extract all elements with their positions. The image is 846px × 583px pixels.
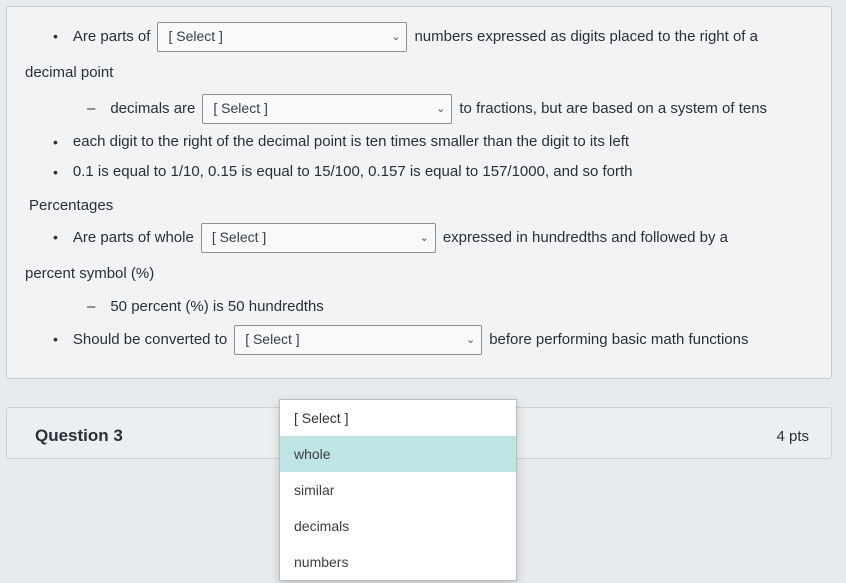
line-decimal-point: decimal point (25, 55, 813, 91)
line-parts-of: Are parts of [ Select ] ⌄ numbers expres… (25, 19, 813, 55)
question-card: Are parts of [ Select ] ⌄ numbers expres… (6, 6, 832, 379)
chevron-down-icon: ⌄ (391, 24, 400, 50)
dropdown-option-numbers[interactable]: numbers (280, 544, 516, 580)
question-title: Question 3 (35, 426, 123, 446)
line-parts-of-whole: Are parts of whole [ Select ] ⌄ expresse… (25, 220, 813, 256)
text: Should be converted to (73, 322, 227, 358)
line-should-convert: Should be converted to [ Select ] ⌄ befo… (25, 322, 813, 358)
text: numbers expressed as digits placed to th… (414, 19, 758, 55)
section-percentages: Percentages (29, 197, 813, 214)
select-2[interactable]: [ Select ] ⌄ (202, 94, 452, 124)
select-value: [ Select ] (245, 323, 299, 357)
line-50-percent: 50 percent (%) is 50 hundredths (25, 292, 813, 322)
select-value: [ Select ] (213, 92, 267, 126)
dropdown-header[interactable]: [ Select ] (280, 400, 516, 436)
text: decimals are (110, 91, 195, 127)
text: percent symbol (%) (25, 256, 154, 292)
text: Are parts of whole (73, 220, 194, 256)
line-each-digit: each digit to the right of the decimal p… (25, 127, 813, 157)
text: to fractions, but are based on a system … (459, 91, 767, 127)
question-points: 4 pts (776, 428, 809, 445)
line-examples: 0.1 is equal to 1/10, 0.15 is equal to 1… (25, 157, 813, 187)
dropdown-option-decimals[interactable]: decimals (280, 508, 516, 544)
select-value: [ Select ] (168, 20, 222, 54)
select-3[interactable]: [ Select ] ⌄ (201, 223, 436, 253)
chevron-down-icon: ⌄ (436, 96, 445, 122)
dropdown-option-similar[interactable]: similar (280, 472, 516, 508)
select-4-dropdown: [ Select ] whole similar decimals number… (279, 399, 517, 581)
text: Percentages (29, 197, 113, 214)
chevron-down-icon: ⌄ (466, 327, 475, 353)
line-decimals-are: decimals are [ Select ] ⌄ to fractions, … (25, 91, 813, 127)
select-value: [ Select ] (212, 221, 266, 255)
dropdown-option-whole[interactable]: whole (280, 436, 516, 472)
chevron-down-icon: ⌄ (420, 225, 429, 251)
line-percent-symbol: percent symbol (%) (25, 256, 813, 292)
text: expressed in hundredths and followed by … (443, 220, 728, 256)
select-4[interactable]: [ Select ] ⌄ (234, 325, 482, 355)
text: 0.1 is equal to 1/10, 0.15 is equal to 1… (73, 157, 633, 187)
text: Are parts of (73, 19, 151, 55)
text: each digit to the right of the decimal p… (73, 127, 629, 157)
select-1[interactable]: [ Select ] ⌄ (157, 22, 407, 52)
text: decimal point (25, 55, 113, 91)
text: before performing basic math functions (489, 322, 748, 358)
text: 50 percent (%) is 50 hundredths (110, 292, 323, 322)
